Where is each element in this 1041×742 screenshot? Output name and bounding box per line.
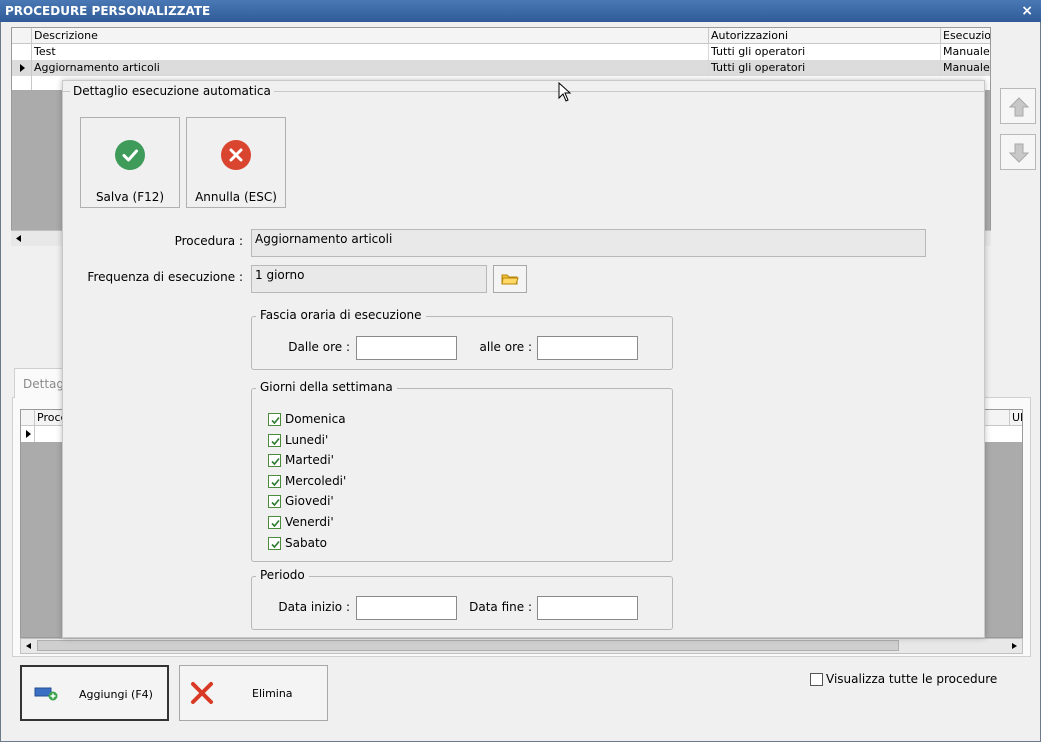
cancel-button-label: Annulla (ESC)	[195, 190, 277, 204]
cell-esecuzione[interactable]: Manuale	[941, 44, 990, 60]
day-label: Domenica	[285, 412, 346, 426]
save-button-label: Salva (F12)	[95, 190, 165, 204]
row-indicator	[21, 426, 35, 442]
save-button[interactable]: Salva (F12)	[80, 117, 180, 208]
day-label: Lunedi'	[285, 432, 329, 447]
cell-esecuzione[interactable]: Manuale	[941, 60, 990, 76]
data-inizio-input[interactable]	[356, 596, 457, 620]
fascia-oraria-legend: Fascia oraria di esecuzione	[256, 308, 426, 322]
row-indicator	[12, 60, 32, 76]
data-fine-input[interactable]	[537, 596, 638, 620]
day-label: Mercoledi'	[285, 473, 347, 488]
move-down-button[interactable]	[1000, 134, 1036, 170]
day-checkbox-mercoledi[interactable]: Mercoledi'	[268, 474, 468, 490]
window-titlebar: PROCEDURE PERSONALIZZATE	[0, 0, 1041, 22]
scroll-left-icon[interactable]	[21, 639, 37, 653]
day-checkbox-venerdi[interactable]: Venerdi'	[268, 515, 468, 531]
checkbox-checked-icon[interactable]	[268, 433, 281, 447]
dialog-title: Dettaglio esecuzione automatica	[70, 84, 274, 98]
arrow-up-icon	[1008, 97, 1030, 117]
row-pointer-icon	[20, 64, 25, 72]
window-title: PROCEDURE PERSONALIZZATE	[5, 4, 211, 18]
dalle-ore-input[interactable]	[356, 336, 457, 360]
close-icon[interactable]: ×	[1021, 0, 1033, 22]
delete-button[interactable]: Elimina	[179, 665, 328, 721]
data-fine-label: Data fine :	[469, 600, 532, 614]
folder-icon	[501, 274, 519, 285]
row-pointer-icon	[26, 430, 31, 438]
alle-ore-label: alle ore :	[479, 340, 532, 354]
checkbox-checked-icon[interactable]	[268, 474, 281, 488]
day-checkbox-giovedi[interactable]: Giovedi'	[268, 494, 468, 510]
column-header-autorizzazioni[interactable]: Autorizzazioni	[709, 28, 941, 44]
detail-grid-scrollbar[interactable]	[20, 638, 1023, 654]
row-indicator	[12, 76, 32, 90]
dalle-ore-label: Dalle ore :	[288, 340, 350, 354]
add-procedure-icon	[34, 687, 58, 701]
column-header-ultima[interactable]: Ul	[1010, 410, 1022, 426]
day-checkbox-domenica[interactable]: Domenica	[268, 412, 468, 428]
row-indicator	[12, 44, 32, 60]
cell-autorizzazioni[interactable]: Tutti gli operatori	[709, 44, 941, 60]
cell-autorizzazioni[interactable]: Tutti gli operatori	[709, 60, 941, 76]
column-header-descrizione[interactable]: Descrizione	[32, 28, 709, 44]
frequenza-field[interactable]: 1 giorno	[251, 265, 487, 293]
table-row[interactable]: Test Tutti gli operatori Manuale	[12, 44, 990, 60]
add-button-label: Aggiungi (F4)	[79, 688, 153, 701]
cancel-button[interactable]: Annulla (ESC)	[186, 117, 286, 208]
day-checkbox-martedi[interactable]: Martedi'	[268, 453, 468, 469]
periodo-legend: Periodo	[256, 568, 309, 582]
giorni-settimana-legend: Giorni della settimana	[256, 380, 397, 394]
arrow-down-icon	[1008, 143, 1030, 163]
alle-ore-input[interactable]	[537, 336, 638, 360]
day-checkbox-sabato[interactable]: Sabato	[268, 536, 468, 552]
frequenza-browse-button[interactable]	[493, 265, 527, 293]
checkbox-checked-icon[interactable]	[268, 495, 281, 509]
delete-x-icon	[191, 682, 213, 704]
delete-button-label: Elimina	[252, 687, 293, 700]
day-checkbox-lunedi[interactable]: Lunedi'	[268, 433, 468, 449]
procedura-label: Procedura :	[174, 234, 243, 248]
move-up-button[interactable]	[1000, 88, 1036, 124]
checkbox-checked-icon[interactable]	[268, 454, 281, 468]
add-button[interactable]: Aggiungi (F4)	[20, 665, 169, 721]
mouse-cursor-icon	[558, 82, 572, 102]
day-label: Venerdi'	[285, 515, 334, 529]
day-label: Martedi'	[285, 453, 334, 468]
scroll-left-icon[interactable]	[11, 231, 27, 246]
cell-descrizione[interactable]: Aggiornamento articoli	[32, 60, 709, 76]
column-header-esecuzione[interactable]: Esecuzion	[941, 28, 990, 44]
data-inizio-label: Data inizio :	[278, 600, 350, 614]
checkbox-checked-icon[interactable]	[268, 536, 281, 550]
show-all-label[interactable]: Visualizza tutte le procedure	[826, 672, 997, 686]
day-label: Giovedi'	[285, 494, 334, 509]
table-row[interactable]: Aggiornamento articoli Tutti gli operato…	[12, 60, 990, 76]
checkbox-checked-icon[interactable]	[268, 516, 281, 529]
procedura-field[interactable]: Aggiornamento articoli	[251, 229, 926, 257]
day-label: Sabato	[285, 535, 327, 550]
grid-corner	[12, 28, 32, 44]
days-checklist: Domenica Lunedi' Martedi' Mercoledi' Gio…	[268, 412, 468, 557]
show-all-checkbox[interactable]	[810, 673, 823, 686]
close-circle-icon	[221, 140, 251, 170]
scroll-thumb[interactable]	[37, 640, 899, 651]
checkbox-checked-icon[interactable]	[268, 413, 281, 426]
scroll-right-icon[interactable]	[1006, 639, 1022, 653]
cell-descrizione[interactable]: Test	[32, 44, 709, 60]
grid-corner	[21, 410, 35, 426]
frequenza-label: Frequenza di esecuzione :	[87, 270, 243, 284]
checkmark-icon	[115, 140, 145, 170]
